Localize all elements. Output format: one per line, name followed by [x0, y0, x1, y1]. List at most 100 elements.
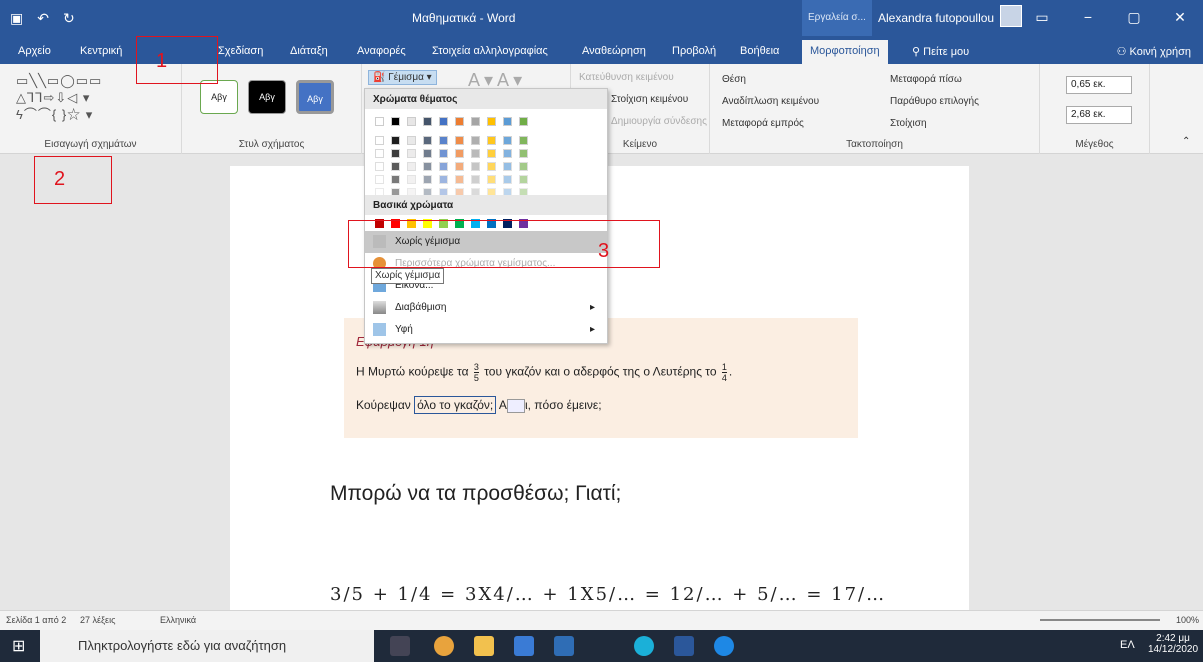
windows-start-icon[interactable]: ⊞ — [12, 636, 25, 656]
undo-icon[interactable]: ↶ — [37, 10, 49, 27]
file-explorer-icon[interactable] — [474, 636, 494, 656]
color-swatch[interactable] — [455, 117, 464, 126]
color-swatch[interactable] — [391, 175, 400, 184]
layout-options-icon[interactable] — [506, 398, 525, 413]
tab-design[interactable]: Σχεδίαση — [218, 45, 263, 57]
position-button[interactable]: Θέση — [722, 74, 746, 85]
maximize-button[interactable]: ▢ — [1111, 0, 1157, 36]
color-swatch[interactable] — [503, 136, 512, 145]
color-swatch[interactable] — [423, 136, 432, 145]
color-swatch[interactable] — [407, 136, 416, 145]
wrap-text-button[interactable]: Αναδίπλωση κειμένου — [722, 96, 819, 107]
gradient-item[interactable]: Διαβάθμιση ▸ — [365, 297, 607, 319]
color-swatch[interactable] — [407, 175, 416, 184]
color-swatch[interactable] — [471, 162, 480, 171]
align-text[interactable]: Στοίχιση κειμένου — [611, 94, 688, 105]
language[interactable]: Ελληνικά — [160, 615, 196, 625]
color-swatch[interactable] — [519, 162, 528, 171]
color-swatch[interactable] — [407, 117, 416, 126]
color-swatch[interactable] — [471, 117, 480, 126]
color-swatch[interactable] — [487, 149, 496, 158]
color-swatch[interactable] — [455, 136, 464, 145]
tab-help[interactable]: Βοήθεια — [740, 45, 779, 57]
ribbon-display-icon[interactable]: ▭ — [1019, 0, 1065, 36]
send-backward-button[interactable]: Μεταφορά πίσω — [890, 74, 962, 85]
tab-review[interactable]: Αναθεώρηση — [582, 45, 646, 57]
color-swatch[interactable] — [423, 117, 432, 126]
chrome-icon[interactable] — [434, 636, 454, 656]
color-swatch[interactable] — [471, 136, 480, 145]
redo-icon[interactable]: ↻ — [63, 10, 75, 27]
mail-icon[interactable] — [554, 636, 574, 656]
input-language[interactable]: ΕΛ — [1120, 639, 1135, 651]
save-icon[interactable]: ▣ — [10, 10, 23, 27]
user-name[interactable]: Alexandra futopoullou — [878, 11, 994, 25]
zoom-level[interactable]: 100% — [1176, 615, 1199, 625]
color-swatch[interactable] — [455, 162, 464, 171]
tab-format[interactable]: Μορφοποίηση — [802, 40, 888, 64]
tab-file[interactable]: Αρχείο — [18, 45, 51, 57]
color-swatch[interactable] — [471, 149, 480, 158]
app-icon[interactable] — [594, 636, 614, 656]
style-sample-white[interactable]: Αβγ — [200, 80, 238, 114]
color-swatch[interactable] — [487, 117, 496, 126]
color-swatch[interactable] — [391, 149, 400, 158]
tab-references[interactable]: Αναφορές — [357, 45, 406, 57]
color-swatch[interactable] — [503, 162, 512, 171]
tab-mailings[interactable]: Στοιχεία αλληλογραφίας — [432, 45, 548, 57]
color-swatch[interactable] — [519, 175, 528, 184]
color-swatch[interactable] — [439, 175, 448, 184]
text-direction[interactable]: Κατεύθυνση κειμένου — [579, 72, 674, 83]
color-swatch[interactable] — [439, 136, 448, 145]
word-icon[interactable] — [674, 636, 694, 656]
tab-view[interactable]: Προβολή — [672, 45, 716, 57]
store-icon[interactable] — [514, 636, 534, 656]
color-swatch[interactable] — [423, 162, 432, 171]
style-sample-black[interactable]: Αβγ — [248, 80, 286, 114]
color-swatch[interactable] — [423, 175, 432, 184]
color-swatch[interactable] — [455, 149, 464, 158]
texture-item[interactable]: Υφή ▸ — [365, 319, 607, 341]
create-link[interactable]: Δημιουργία σύνδεσης — [611, 116, 707, 127]
color-swatch[interactable] — [519, 136, 528, 145]
color-swatch[interactable] — [439, 149, 448, 158]
color-swatch[interactable] — [503, 175, 512, 184]
color-swatch[interactable] — [439, 162, 448, 171]
word-count[interactable]: 27 λέξεις — [80, 615, 115, 625]
align-button[interactable]: Στοίχιση — [890, 118, 927, 129]
color-swatch[interactable] — [391, 136, 400, 145]
shapes-gallery[interactable]: ▭╲╲▭◯▭▭ △⅂⅂⇨⇩◁ ▾ ϟ⌒⌒{ }☆ ▾ — [16, 72, 102, 123]
fill-button[interactable]: ⛽ Γέμισμα ▾ — [368, 70, 437, 85]
color-swatch[interactable] — [375, 175, 384, 184]
share-button[interactable]: ⚇ Κοινή χρήση — [1117, 45, 1191, 58]
task-view-icon[interactable] — [390, 636, 410, 656]
color-swatch[interactable] — [471, 175, 480, 184]
collapse-ribbon-icon[interactable]: ⌃ — [1182, 136, 1190, 147]
color-swatch[interactable] — [407, 162, 416, 171]
minimize-button[interactable]: − — [1065, 0, 1111, 36]
color-swatch[interactable] — [391, 162, 400, 171]
tab-layout[interactable]: Διάταξη — [290, 45, 328, 57]
page-count[interactable]: Σελίδα 1 από 2 — [6, 615, 66, 625]
tab-home[interactable]: Κεντρική — [80, 45, 122, 57]
close-button[interactable]: ✕ — [1157, 0, 1203, 36]
color-swatch[interactable] — [503, 149, 512, 158]
color-swatch[interactable] — [455, 175, 464, 184]
color-swatch[interactable] — [519, 149, 528, 158]
width-input[interactable]: 2,68 εκ. — [1066, 106, 1132, 124]
taskbar-search[interactable]: Πληκτρολογήστε εδώ για αναζήτηση — [40, 630, 374, 662]
style-sample-blue[interactable]: Αβγ — [296, 80, 334, 114]
color-swatch[interactable] — [487, 162, 496, 171]
selection-pane-button[interactable]: Παράθυρο επιλογής — [890, 96, 979, 107]
color-swatch[interactable] — [503, 117, 512, 126]
color-swatch[interactable] — [519, 117, 528, 126]
color-swatch[interactable] — [407, 149, 416, 158]
tell-me-search[interactable]: ⚲ Πείτε μου — [912, 45, 969, 58]
color-swatch[interactable] — [487, 136, 496, 145]
selected-text-box[interactable]: όλο το γκαζόν; — [414, 396, 497, 414]
color-swatch[interactable] — [375, 136, 384, 145]
color-swatch[interactable] — [487, 175, 496, 184]
clock[interactable]: 2:42 μμ 14/12/2020 — [1148, 633, 1198, 655]
height-input[interactable]: 0,65 εκ. — [1066, 76, 1132, 94]
color-swatch[interactable] — [375, 149, 384, 158]
